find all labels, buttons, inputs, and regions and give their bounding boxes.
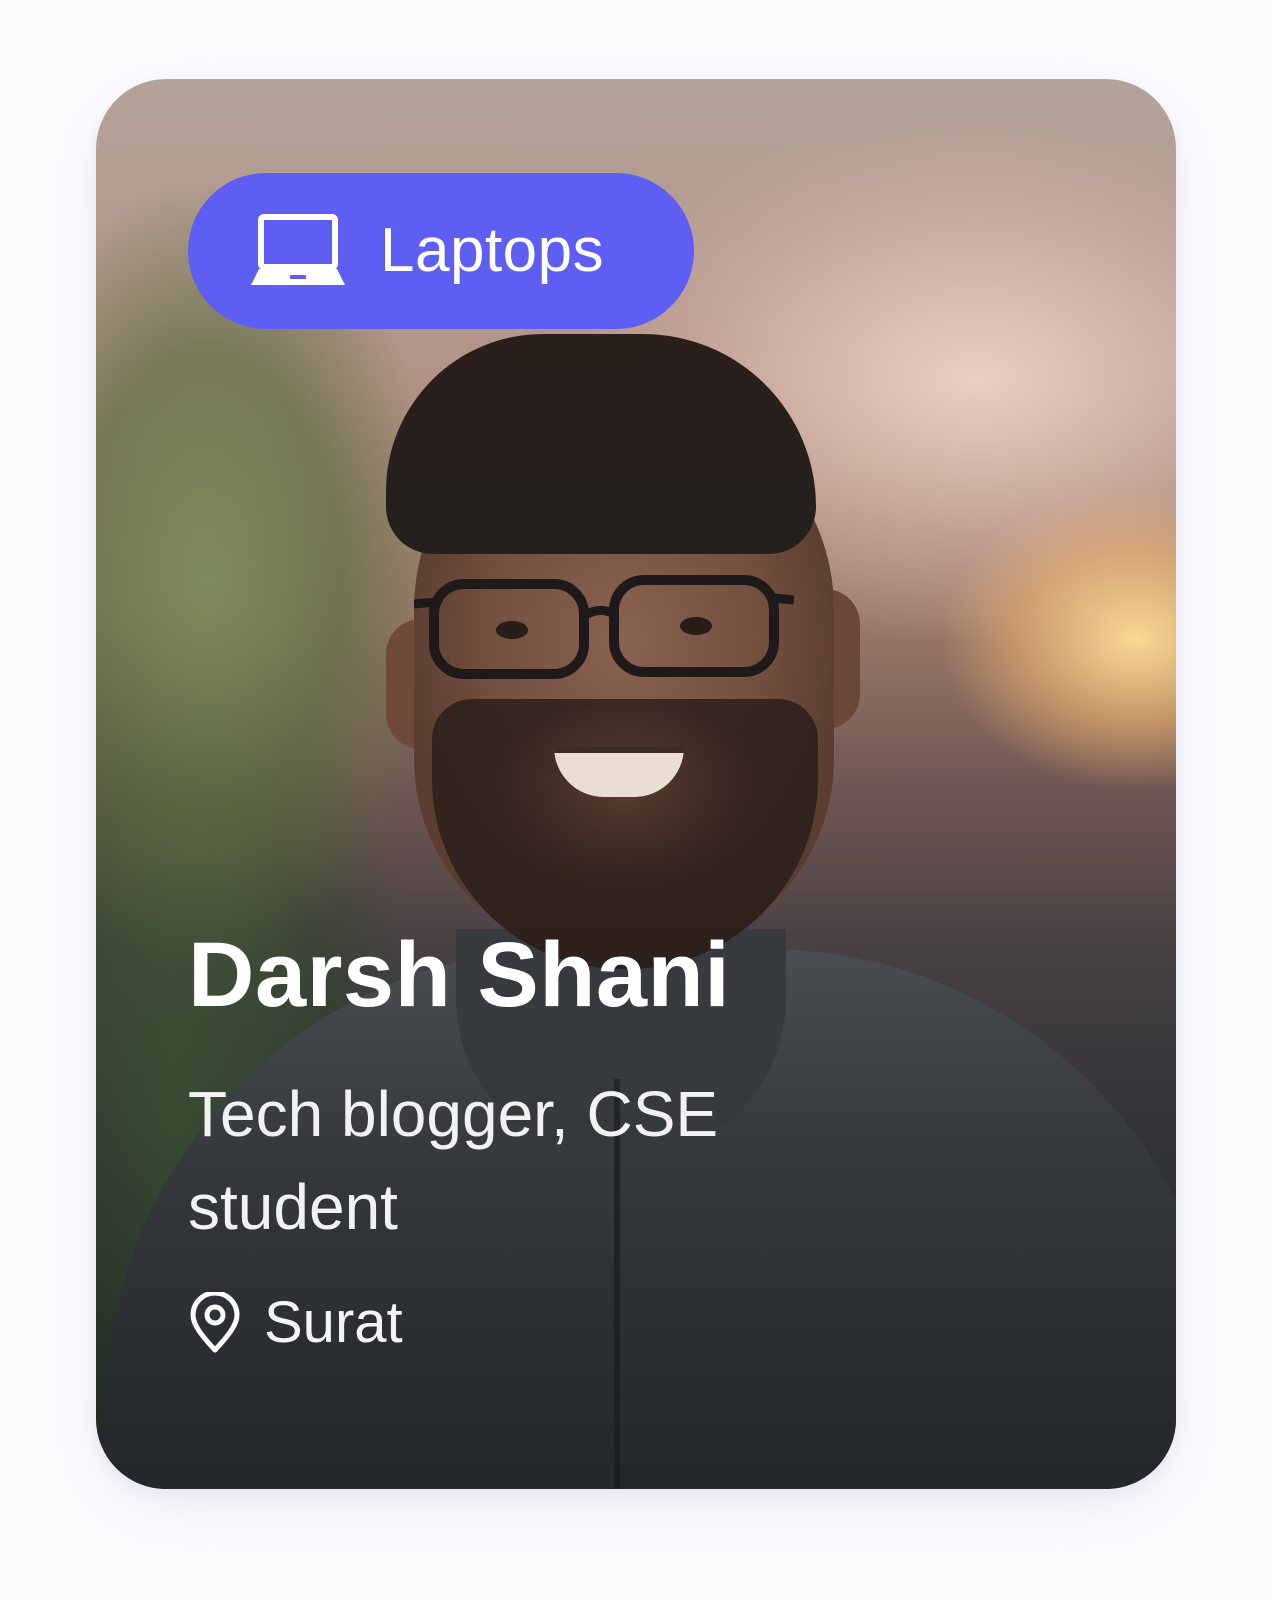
map-pin-icon xyxy=(188,1290,242,1354)
profile-info: Darsh Shani Tech blogger, CSE student Su… xyxy=(188,924,1088,1355)
profile-bio: Tech blogger, CSE student xyxy=(188,1078,719,1243)
page: Laptops Darsh Shani Tech blogger, CSE st… xyxy=(0,0,1272,1600)
profile-card[interactable]: Laptops Darsh Shani Tech blogger, CSE st… xyxy=(96,79,1176,1489)
category-label: Laptops xyxy=(380,216,605,285)
profile-location-text: Surat xyxy=(264,1289,403,1355)
category-badge[interactable]: Laptops xyxy=(188,173,694,329)
profile-location: Surat xyxy=(188,1289,1088,1355)
profile-name: Darsh Shani xyxy=(188,924,731,1026)
laptop-icon xyxy=(250,213,346,289)
